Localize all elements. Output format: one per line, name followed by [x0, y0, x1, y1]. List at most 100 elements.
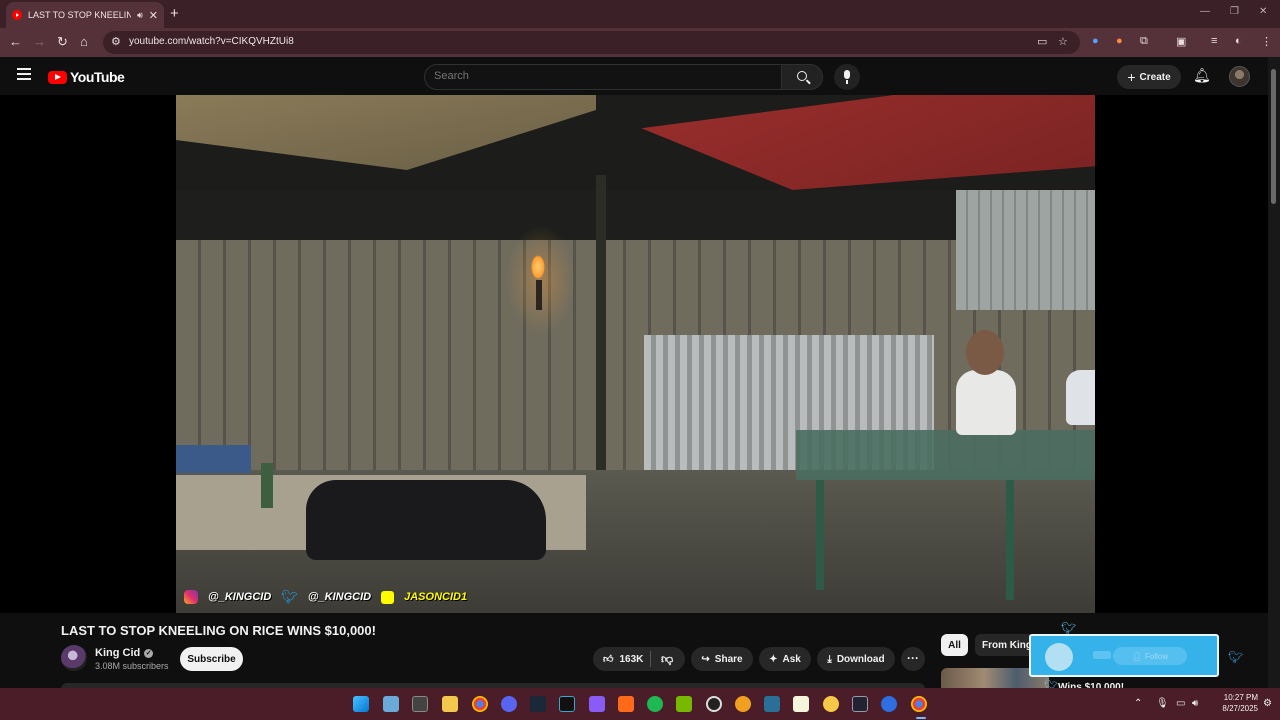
menu-kebab-icon[interactable]: ⋮ — [1261, 35, 1272, 48]
plus-icon: + — [1127, 69, 1136, 85]
reading-list-icon[interactable]: ≡ — [1211, 35, 1217, 47]
search-input[interactable] — [434, 70, 764, 82]
instagram-handle: @_KINGCID — [208, 591, 272, 603]
media-app-icon[interactable] — [559, 696, 575, 712]
browser-tab[interactable]: LAST TO STOP KNEELING O 🔊︎ ✕ — [6, 2, 164, 28]
create-button[interactable]: + Create — [1117, 65, 1181, 89]
new-tab-button[interactable]: + — [170, 5, 179, 22]
twitter-bird-icon: 🐦︎ — [1061, 621, 1077, 635]
popup-follow-button[interactable]: 👤︎ Follow — [1113, 647, 1187, 665]
notifications-bell-icon[interactable]: 🔔︎ — [1193, 67, 1211, 84]
search-box[interactable] — [424, 64, 782, 90]
maximize-icon[interactable]: ❐ — [1230, 6, 1239, 17]
follow-popup[interactable]: 👤︎ Follow — [1029, 634, 1219, 677]
steam-app-icon[interactable] — [530, 696, 546, 712]
notification-center-icon[interactable]: ⚙︎ — [1263, 698, 1272, 709]
tab-title: LAST TO STOP KNEELING O — [28, 10, 132, 20]
youtube-logo[interactable]: YouTube — [48, 69, 125, 85]
emoji-app-icon[interactable] — [823, 696, 839, 712]
sidepanel-icon[interactable]: ▣ — [1176, 35, 1186, 48]
taskbar-clock[interactable]: 10:27 PM 8/27/2025 — [1206, 692, 1258, 714]
microphone-icon — [844, 70, 850, 79]
forward-icon[interactable]: → — [33, 34, 46, 49]
network-tray-icon[interactable]: ▭ — [1176, 698, 1185, 709]
subscribe-button[interactable]: Subscribe — [180, 647, 243, 671]
url-text[interactable]: youtube.com/watch?v=CIKQVHZtUi8 — [129, 36, 294, 47]
account-avatar[interactable] — [1229, 66, 1250, 87]
address-bar[interactable]: ⚙︎ youtube.com/watch?v=CIKQVHZtUi8 — [103, 31, 1080, 54]
extension-cookie-icon[interactable]: ● — [1116, 35, 1123, 47]
windows-start-icon[interactable] — [353, 696, 369, 712]
channel-name-text[interactable]: King Cid — [95, 647, 140, 659]
discord-app-icon[interactable] — [501, 696, 517, 712]
file-explorer-icon[interactable] — [442, 696, 458, 712]
like-count: 163K — [619, 653, 644, 665]
feather-app-icon[interactable] — [589, 696, 605, 712]
chip-all[interactable]: All — [941, 634, 968, 656]
home-icon[interactable]: ⌂ — [80, 34, 88, 49]
bookmark-star-icon[interactable]: ☆ — [1058, 35, 1068, 48]
channel-avatar[interactable] — [61, 645, 87, 671]
page-scrollbar[interactable] — [1268, 57, 1280, 688]
video-frame[interactable]: @_KINGCID 🐦︎ @_KINGCID JASONCID1 — [176, 95, 1095, 613]
chrome-active-app-icon[interactable] — [911, 696, 927, 712]
obs-app-icon[interactable] — [706, 696, 722, 712]
browser-app-icon[interactable] — [735, 696, 751, 712]
youtube-header: YouTube + Create 🔔︎ — [0, 57, 1268, 95]
popup-avatar — [1045, 643, 1073, 671]
volume-tray-icon[interactable]: 🔊︎ — [1192, 698, 1198, 709]
cast-icon[interactable]: ▭ — [1037, 35, 1047, 48]
ask-button[interactable]: ✦ Ask — [759, 647, 811, 671]
more-actions-button[interactable]: ··· — [901, 647, 925, 671]
profile-icon[interactable]: ◐ — [1235, 35, 1242, 47]
popup-name-placeholder — [1093, 651, 1111, 659]
extension-shield-icon[interactable]: ● — [1092, 35, 1099, 47]
youtube-logo-text: YouTube — [70, 69, 125, 85]
like-button[interactable]: 👍︎ 163K — [593, 651, 651, 667]
site-info-icon[interactable]: ⚙︎ — [111, 35, 121, 48]
chrome-app-icon[interactable] — [472, 696, 488, 712]
nvidia-app-icon[interactable] — [676, 696, 692, 712]
search-button[interactable] — [781, 64, 823, 90]
subscriber-count: 3.08M subscribers — [95, 661, 169, 671]
dislike-button[interactable]: 👎︎ — [651, 652, 673, 667]
bluetooth-app-icon[interactable] — [881, 696, 897, 712]
sparkle-icon: ✦ — [769, 653, 778, 665]
scrollbar-thumb[interactable] — [1271, 69, 1276, 204]
photos-app-icon[interactable] — [383, 696, 399, 712]
tray-chevron-icon[interactable]: ⌃ — [1134, 698, 1142, 709]
close-tab-icon[interactable]: ✕ — [149, 9, 158, 22]
download-arrow-icon: ⤓ — [827, 653, 832, 665]
youtube-play-icon — [48, 70, 67, 84]
share-label: Share — [714, 653, 743, 665]
device-app-icon[interactable] — [852, 696, 868, 712]
microphone-tray-icon[interactable]: 🎙︎ — [1156, 698, 1169, 709]
video-player[interactable]: @_KINGCID 🐦︎ @_KINGCID JASONCID1 — [0, 95, 1268, 613]
notes-app-icon[interactable] — [793, 696, 809, 712]
active-app-indicator — [916, 717, 926, 719]
person-icon: 👤︎ — [1131, 651, 1143, 661]
voice-search-button[interactable] — [834, 64, 860, 90]
reload-icon[interactable]: ↻ — [57, 34, 68, 50]
chip-from-king-cid[interactable]: From King C — [975, 634, 1035, 656]
minimize-icon[interactable]: — — [1200, 6, 1210, 17]
download-button[interactable]: ⤓ Download — [817, 647, 895, 671]
back-icon[interactable]: ← — [9, 34, 22, 49]
youtube-favicon-icon — [12, 10, 22, 20]
clock-date: 8/27/2025 — [1222, 704, 1258, 713]
like-dislike-group: 👍︎ 163K 👎︎ — [593, 647, 685, 671]
close-window-icon[interactable]: ✕ — [1259, 6, 1267, 17]
speaker-icon[interactable]: 🔊︎ — [137, 10, 143, 21]
network-app-icon[interactable] — [764, 696, 780, 712]
extensions-puzzle-icon[interactable]: ⧉ — [1140, 35, 1148, 48]
verified-check-icon: ✓ — [144, 648, 154, 658]
download-label: Download — [836, 653, 885, 665]
twitter-bird-icon: 🐦︎ — [281, 589, 298, 604]
thumbs-up-icon: 👍︎ — [603, 654, 614, 665]
launcher-app-icon[interactable] — [618, 696, 634, 712]
channel-name[interactable]: King Cid ✓ — [95, 647, 154, 659]
hamburger-menu-icon[interactable] — [17, 68, 31, 80]
share-button[interactable]: ↪ Share — [691, 647, 753, 671]
spotify-app-icon[interactable] — [647, 696, 663, 712]
terminal-app-icon[interactable] — [412, 696, 428, 712]
